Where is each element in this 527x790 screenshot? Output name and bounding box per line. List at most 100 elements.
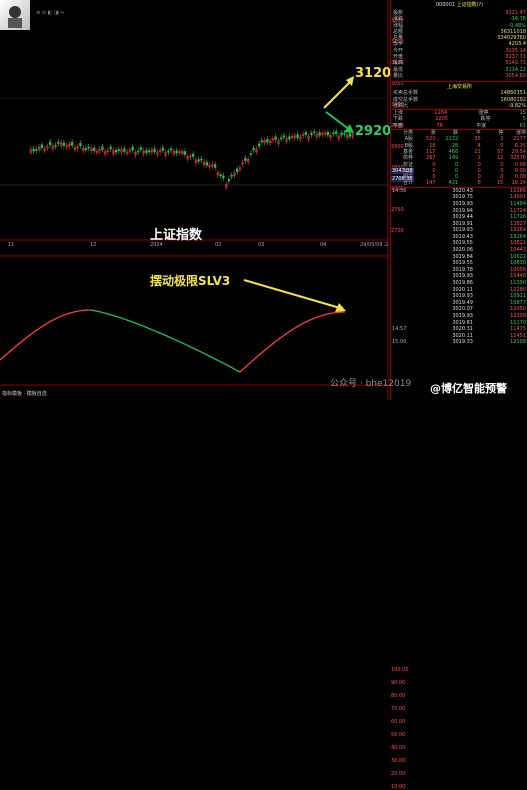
tick-time [392, 227, 410, 234]
tick-time [392, 300, 410, 307]
quote-stats: 最新 3121.47 涨跌 -14.78 涨幅 -0.48% 总额 36311018 总量 334… [391, 10, 527, 79]
arrow-down-icon [344, 124, 354, 133]
tick-row: 3019.44 11726 [391, 214, 527, 221]
tick-time [392, 267, 410, 274]
candle-body [249, 153, 253, 155]
candle-body [183, 151, 187, 155]
tick-volume: 11451 [510, 332, 526, 339]
tick-time: 15:00 [392, 339, 407, 346]
candle-body [32, 148, 35, 152]
tick-row: 3019.86 11390 [391, 280, 527, 287]
tick-volume: 10911 [510, 293, 526, 300]
time-axis-label: 02 [215, 242, 222, 248]
indicator-axis-label: 10.00 [391, 784, 406, 790]
tick-volume: 12827 [510, 220, 526, 227]
tick-price: 3019.75 [452, 194, 473, 201]
tick-volume: 11166 [510, 187, 526, 194]
tick-row: 3019.93 11484 [391, 201, 527, 208]
candle-body [200, 158, 203, 161]
stock-name: 上证指数(?) [456, 2, 484, 8]
tick-price: 3019.44 [452, 214, 473, 221]
tick-price: 3019.55 [452, 240, 473, 247]
indicator-axis-label: 30.00 [391, 758, 406, 764]
tick-price: 3019.93 [452, 227, 473, 234]
tick-volume: 11170 [510, 319, 526, 326]
tick-time [392, 214, 410, 221]
tick-row: 15:00 3019.33 12108 [391, 339, 527, 346]
tick-price: 3020.07 [452, 306, 473, 313]
candle-body [167, 151, 170, 153]
candle-body [93, 147, 96, 151]
tick-time: 14:56 [392, 187, 407, 194]
tick-row: 3019.43 13284 [391, 234, 527, 241]
tick-list[interactable]: 14:56 3020.43 11166 3019.75 13091 3019.93 1148… [391, 186, 527, 346]
indicator-axis-label: 50.00 [391, 732, 406, 738]
time-axis-label: 04 [320, 242, 327, 248]
tick-volume: 13284 [510, 233, 526, 240]
breadth-value: 78 [436, 122, 443, 129]
candle-body [230, 175, 233, 177]
tick-row: 3019.55 10621 [391, 240, 527, 247]
candle-body [280, 137, 283, 140]
tick-time [392, 194, 410, 201]
indicator-axis-label: 40.00 [391, 745, 406, 751]
candle-body [49, 141, 52, 145]
tick-row: 3019.81 11170 [391, 320, 527, 327]
tick-price: 3019.55 [452, 260, 473, 267]
tick-volume: 10446 [510, 273, 526, 280]
tick-time [392, 280, 410, 287]
tick-price: 3019.78 [452, 266, 473, 273]
indicator-arrow [243, 279, 346, 312]
candle-body [170, 148, 173, 151]
tick-price: 3019.43 [452, 233, 473, 240]
sector-cell: 8 [477, 180, 481, 187]
oscillator-red-line-2 [239, 311, 346, 373]
tick-time [392, 306, 410, 313]
kline-chart[interactable] [0, 0, 390, 400]
candle-body [139, 147, 143, 150]
tick-row: 3019.55 10830 [391, 260, 527, 267]
chart-toolbar[interactable]: ⊕ ⊖ ◧ ◨ ⇔ [36, 10, 64, 16]
tick-volume: 12280 [510, 286, 526, 293]
exchange-stat-label: 涨跌比 [393, 102, 409, 109]
candle-body [244, 157, 247, 162]
candle-body [71, 142, 74, 146]
tick-volume: 10622 [510, 253, 526, 260]
time-axis-label: 24/05/09 三 [360, 242, 390, 248]
candle-body [123, 148, 126, 152]
tick-price: 3019.49 [452, 299, 473, 306]
tick-row: 3019.78 10056 [391, 267, 527, 274]
candle-body [227, 179, 231, 182]
candle-body [260, 140, 264, 143]
exchange-stats: 买卖总手数 14860351 成交总手数 16080192 涨跌比 -9.82% [391, 90, 527, 109]
candle-body [109, 146, 112, 150]
tick-price: 3019.94 [452, 207, 473, 214]
oscillator-green-line [89, 309, 241, 373]
tick-volume: 11475 [510, 326, 526, 333]
tick-volume: 10056 [510, 266, 526, 273]
tick-row: 3020.11 11451 [391, 333, 527, 340]
upper-target-label: 3120 [355, 66, 392, 81]
template-bar[interactable]: 指标模板 · 模板自选 [2, 391, 47, 397]
quote-stat-row: 量比 3054.83 [391, 73, 527, 79]
candle-body [219, 174, 222, 176]
sector-table: 分类涨跌平停涨停 A股 520 1132 35 3 2177 B股 18 28 4 0 6.15 基金 11… [391, 129, 527, 187]
tick-time [392, 273, 410, 280]
sector-cell: 15 [497, 180, 504, 187]
indicator-axis-label: 60.00 [391, 719, 406, 725]
indicator-name-label: 摆动极限SLV3 [150, 274, 231, 288]
tick-time [392, 208, 410, 215]
tick-volume: 10877 [510, 299, 526, 306]
tick-volume: 12300 [510, 313, 526, 319]
sector-cell: 18.24 [511, 180, 526, 187]
breadth-value: 61 [519, 122, 526, 129]
candle-body [84, 148, 88, 150]
tick-row: 3019.84 10622 [391, 254, 527, 261]
chart-area[interactable]: ⊕ ⊖ ◧ ◨ ⇔ 3120 2920 上证指数 摆动极限SLV3 3200 31… [0, 0, 414, 790]
tick-row: 3020.11 12280 [391, 287, 527, 294]
tick-row: 3019.93 10446 [391, 273, 527, 280]
tick-time [392, 333, 410, 340]
tick-row: 3020.06 10443 [391, 247, 527, 254]
tick-volume: 12050 [510, 306, 526, 313]
time-axis: 11 12 2024 02 03 04 24/05/09 三 [0, 242, 390, 250]
